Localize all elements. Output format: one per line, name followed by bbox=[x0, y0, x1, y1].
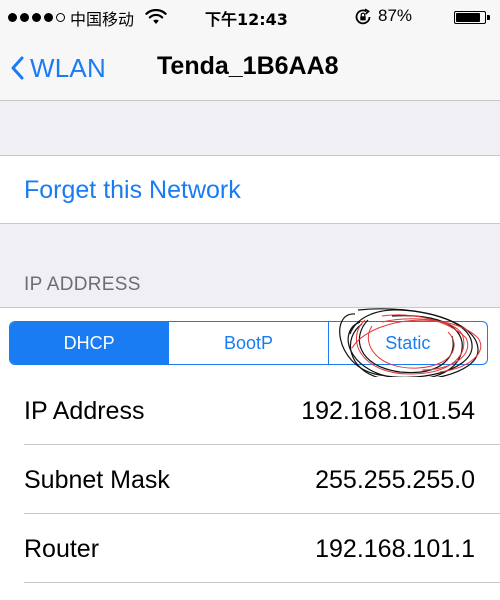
page-title: Tenda_1B6AA8 bbox=[157, 52, 339, 80]
segment-bootp[interactable]: BootP bbox=[168, 322, 327, 364]
forget-network-row[interactable]: Forget this Network bbox=[0, 155, 500, 224]
ip-mode-segmented-control: DHCP BootP Static bbox=[9, 321, 488, 365]
wifi-network-details-screen: 中国移动 下午12:43 87% WLAN Tenda_1B6AA8 Forge… bbox=[0, 0, 500, 600]
wifi-icon bbox=[145, 8, 167, 30]
header-area: 中国移动 下午12:43 87% WLAN Tenda_1B6AA8 bbox=[0, 0, 500, 101]
battery-percentage: 87% bbox=[378, 6, 413, 25]
cellular-signal-icon bbox=[8, 13, 65, 22]
ip-address-label: IP Address bbox=[24, 397, 145, 425]
back-button-label: WLAN bbox=[30, 52, 106, 83]
navigation-bar: WLAN Tenda_1B6AA8 bbox=[0, 34, 500, 100]
battery-icon bbox=[454, 11, 490, 24]
segment-dhcp[interactable]: DHCP bbox=[10, 322, 169, 364]
ip-address-row[interactable]: IP Address 192.168.101.54 bbox=[0, 377, 500, 445]
row-divider bbox=[24, 513, 500, 514]
subnet-mask-row[interactable]: Subnet Mask 255.255.255.0 bbox=[0, 446, 500, 514]
carrier-name: 中国移动 bbox=[70, 10, 135, 29]
forget-network-button[interactable]: Forget this Network bbox=[24, 176, 241, 205]
rotation-lock-icon bbox=[354, 8, 372, 31]
subnet-mask-value[interactable]: 255.255.255.0 bbox=[315, 466, 475, 495]
ip-details-list: IP Address 192.168.101.54 Subnet Mask 25… bbox=[0, 377, 500, 600]
ip-address-value[interactable]: 192.168.101.54 bbox=[301, 397, 475, 426]
back-button[interactable]: WLAN bbox=[10, 48, 106, 88]
segment-static[interactable]: Static bbox=[327, 322, 487, 364]
chevron-left-icon bbox=[11, 56, 24, 80]
row-divider bbox=[24, 582, 500, 583]
status-time: 下午12:43 bbox=[205, 10, 288, 29]
subnet-mask-label: Subnet Mask bbox=[24, 466, 170, 494]
router-row[interactable]: Router 192.168.101.1 bbox=[0, 515, 500, 583]
router-label: Router bbox=[24, 535, 100, 563]
ip-mode-row: DHCP BootP Static bbox=[0, 307, 500, 381]
ip-address-section-header: IP ADDRESS bbox=[24, 274, 141, 295]
row-divider bbox=[24, 444, 500, 445]
router-value[interactable]: 192.168.101.1 bbox=[315, 535, 475, 564]
status-bar: 中国移动 下午12:43 87% bbox=[0, 0, 500, 34]
